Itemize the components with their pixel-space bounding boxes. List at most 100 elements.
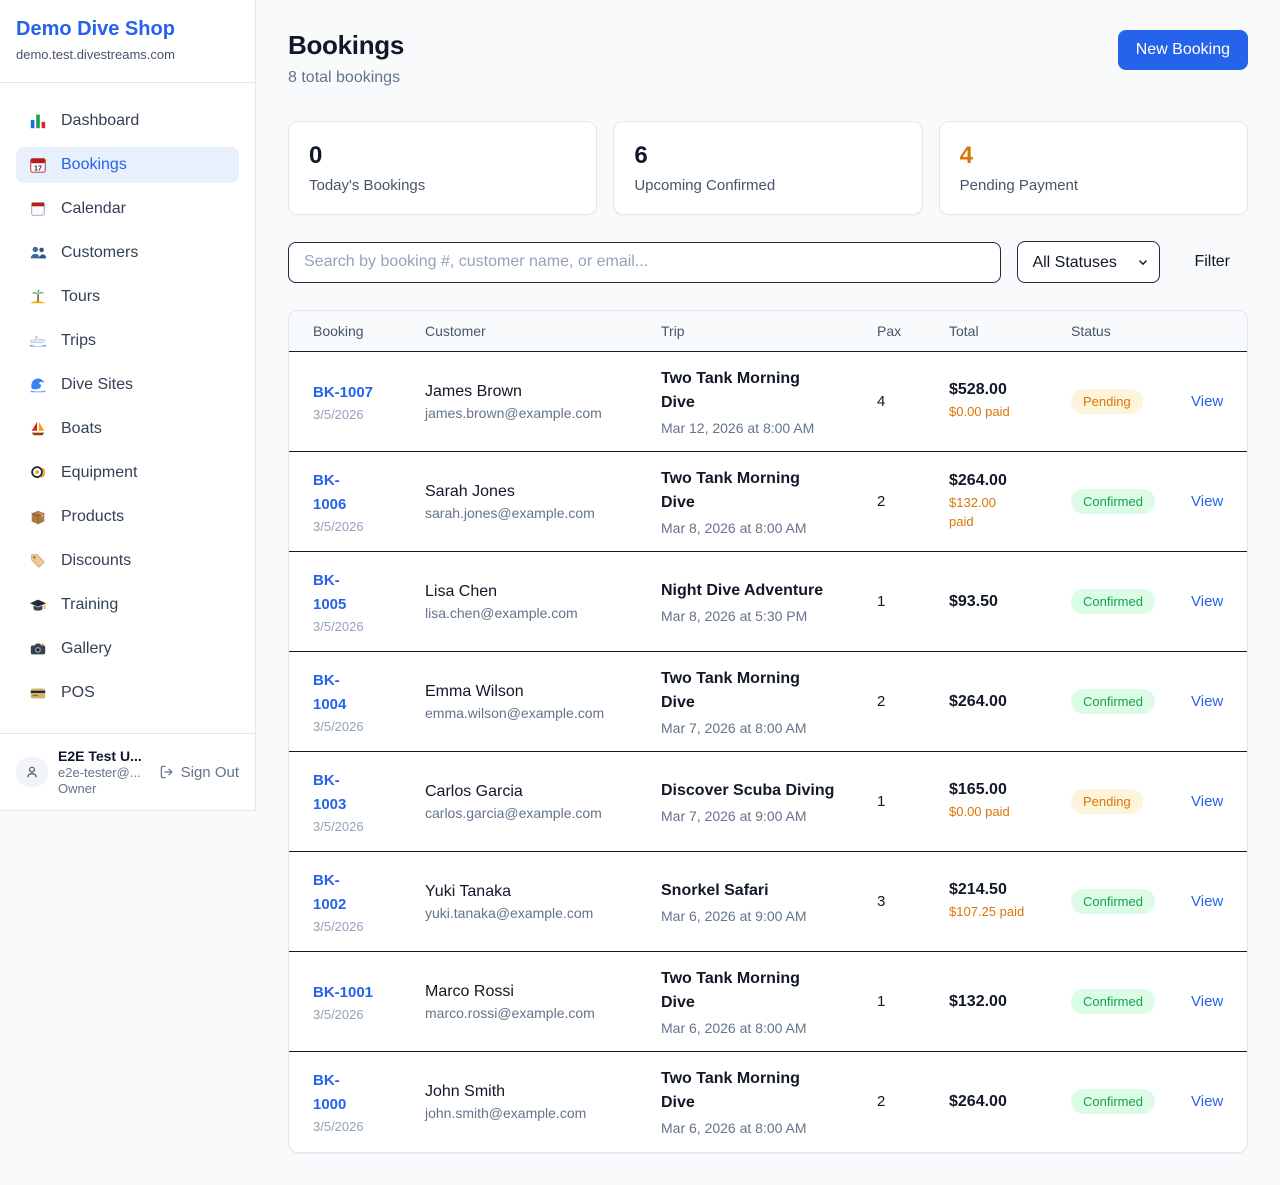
view-link[interactable]: View: [1191, 593, 1223, 610]
view-link[interactable]: View: [1191, 793, 1223, 810]
sidebar-item-bookings[interactable]: 17 Bookings: [16, 147, 239, 183]
booking-id-link[interactable]: BK-1007: [313, 381, 393, 405]
pax-count: 2: [877, 493, 885, 510]
main-content: Bookings 8 total bookings New Booking 0 …: [256, 0, 1280, 1185]
sidebar-item-products[interactable]: Products: [16, 499, 239, 535]
sidebar-footer: E2E Test U... e2e-tester@... Owner Sign …: [0, 733, 255, 810]
booking-id-link[interactable]: BK- 1002: [313, 869, 393, 917]
customer-name: Carlos Garcia: [425, 783, 629, 801]
table-row[interactable]: BK- 1004 3/5/2026 Emma Wilson emma.wilso…: [289, 652, 1248, 752]
booking-date: 3/5/2026: [313, 819, 393, 834]
sidebar-item-dive-sites[interactable]: Dive Sites: [16, 367, 239, 403]
stat-cards: 0 Today's Bookings 6 Upcoming Confirmed …: [288, 121, 1248, 215]
sidebar-item-dashboard[interactable]: Dashboard: [16, 103, 239, 139]
status-badge: Confirmed: [1071, 989, 1155, 1014]
user-name: E2E Test U...: [58, 748, 149, 764]
trip-datetime: Mar 8, 2026 at 8:00 AM: [661, 520, 845, 536]
view-link[interactable]: View: [1191, 493, 1223, 510]
view-link[interactable]: View: [1191, 893, 1223, 910]
sidebar-item-training[interactable]: Training: [16, 587, 239, 623]
customer-email: yuki.tanaka@example.com: [425, 905, 629, 921]
stat-card-upcoming-confirmed: 6 Upcoming Confirmed: [613, 121, 922, 215]
customer-name: Sarah Jones: [425, 483, 629, 501]
filter-button[interactable]: Filter: [1176, 253, 1248, 271]
total-amount: $264.00: [949, 472, 1039, 490]
sidebar-item-tours[interactable]: Tours: [16, 279, 239, 315]
table-row[interactable]: BK-1007 3/5/2026 James Brown james.brown…: [289, 352, 1248, 452]
view-link[interactable]: View: [1191, 993, 1223, 1010]
view-link[interactable]: View: [1191, 693, 1223, 710]
stat-label: Today's Bookings: [309, 177, 576, 194]
sidebar-item-trips[interactable]: Trips: [16, 323, 239, 359]
customer-name: Lisa Chen: [425, 583, 629, 601]
bookings-table: BookingCustomerTripPaxTotalStatus BK-100…: [289, 311, 1248, 1152]
user-email: e2e-tester@...: [58, 765, 149, 780]
speedboat-icon: [29, 332, 47, 350]
search-input[interactable]: [288, 242, 1001, 283]
new-booking-button[interactable]: New Booking: [1118, 30, 1248, 70]
stat-value: 4: [960, 142, 1227, 170]
sidebar-item-discounts[interactable]: Discounts: [16, 543, 239, 579]
table-row[interactable]: BK-1001 3/5/2026 Marco Rossi marco.rossi…: [289, 952, 1248, 1052]
trip-datetime: Mar 6, 2026 at 8:00 AM: [661, 1120, 845, 1136]
table-row[interactable]: BK- 1002 3/5/2026 Yuki Tanaka yuki.tanak…: [289, 852, 1248, 952]
status-select[interactable]: All Statuses: [1017, 241, 1160, 283]
camera-icon: [29, 640, 47, 658]
pax-count: 1: [877, 993, 885, 1010]
table-row[interactable]: BK- 1006 3/5/2026 Sarah Jones sarah.jone…: [289, 452, 1248, 552]
status-badge: Pending: [1071, 389, 1143, 414]
booking-id-link[interactable]: BK- 1000: [313, 1069, 393, 1117]
table-row[interactable]: BK- 1003 3/5/2026 Carlos Garcia carlos.g…: [289, 752, 1248, 852]
booking-id-link[interactable]: BK- 1005: [313, 569, 393, 617]
sidebar-item-equipment[interactable]: Equipment: [16, 455, 239, 491]
sidebar: Demo Dive Shop demo.test.divestreams.com…: [0, 0, 256, 811]
total-amount: $93.50: [949, 593, 1039, 611]
customer-name: John Smith: [425, 1083, 629, 1101]
column-header-trip: Trip: [645, 311, 861, 352]
sign-out-button[interactable]: Sign Out: [159, 764, 239, 781]
booking-id-link[interactable]: BK- 1003: [313, 769, 393, 817]
status-badge: Confirmed: [1071, 589, 1155, 614]
table-row[interactable]: BK- 1005 3/5/2026 Lisa Chen lisa.chen@ex…: [289, 552, 1248, 652]
sidebar-nav: Dashboard 17 Bookings Calendar Customers…: [0, 83, 255, 733]
pax-count: 3: [877, 893, 885, 910]
sidebar-item-customers[interactable]: Customers: [16, 235, 239, 271]
sidebar-item-calendar[interactable]: Calendar: [16, 191, 239, 227]
customer-name: Yuki Tanaka: [425, 883, 629, 901]
users-icon: [29, 244, 47, 262]
page-header: Bookings 8 total bookings New Booking: [288, 30, 1248, 87]
paid-amount: $132.00 paid: [949, 494, 1031, 532]
pax-count: 2: [877, 1093, 885, 1110]
pax-count: 2: [877, 693, 885, 710]
booking-id-link[interactable]: BK- 1004: [313, 669, 393, 717]
view-link[interactable]: View: [1191, 1093, 1223, 1110]
booking-date: 3/5/2026: [313, 619, 393, 634]
trip-name: Two Tank Morning Dive: [661, 967, 836, 1015]
sidebar-item-gallery[interactable]: Gallery: [16, 631, 239, 667]
wave-icon: [29, 376, 47, 394]
trip-datetime: Mar 6, 2026 at 9:00 AM: [661, 908, 845, 924]
stat-card-todays-bookings: 0 Today's Bookings: [288, 121, 597, 215]
booking-id-link[interactable]: BK-1001: [313, 981, 393, 1005]
view-link[interactable]: View: [1191, 393, 1223, 410]
bookings-table-body: BK-1007 3/5/2026 James Brown james.brown…: [289, 352, 1248, 1152]
trip-name: Two Tank Morning Dive: [661, 1067, 836, 1115]
filter-bar: All Statuses Filter: [288, 241, 1248, 283]
booking-date: 3/5/2026: [313, 519, 393, 534]
status-badge: Pending: [1071, 789, 1143, 814]
pax-count: 4: [877, 393, 885, 410]
customer-name: Emma Wilson: [425, 683, 629, 701]
status-select-wrap: All Statuses: [1017, 241, 1160, 283]
sidebar-item-pos[interactable]: POS: [16, 675, 239, 711]
paid-amount: $0.00 paid: [949, 803, 1031, 822]
booking-date: 3/5/2026: [313, 407, 393, 422]
total-amount: $165.00: [949, 781, 1039, 799]
booking-id-link[interactable]: BK- 1006: [313, 469, 393, 517]
sidebar-item-boats[interactable]: Boats: [16, 411, 239, 447]
credit-card-icon: [29, 684, 47, 702]
customer-name: Marco Rossi: [425, 983, 629, 1001]
trip-name: Snorkel Safari: [661, 879, 836, 903]
booking-date: 3/5/2026: [313, 919, 393, 934]
table-row[interactable]: BK- 1000 3/5/2026 John Smith john.smith@…: [289, 1052, 1248, 1152]
user-info: E2E Test U... e2e-tester@... Owner: [58, 748, 149, 796]
